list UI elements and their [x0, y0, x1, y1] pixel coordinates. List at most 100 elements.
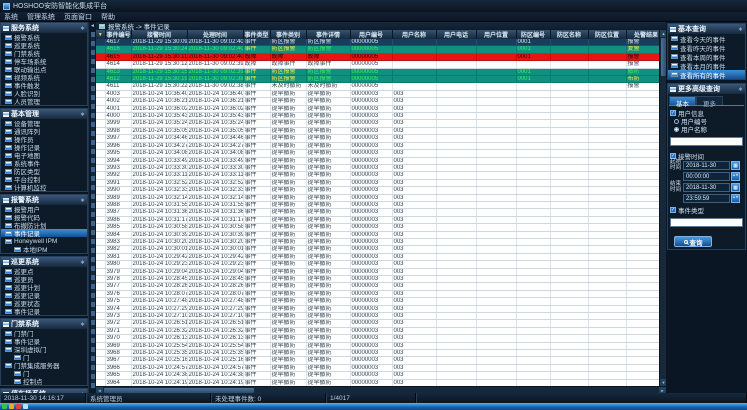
table-row[interactable]: 39902018-10-24 10:32:332018-10-24 10:32:… — [96, 187, 659, 194]
taskbar-app-icon[interactable] — [9, 404, 14, 409]
pin-icon[interactable]: ∗ — [80, 25, 85, 32]
table-row[interactable]: 39742018-10-24 10:27:292018-10-24 10:27:… — [96, 305, 659, 312]
column-header[interactable]: 用户位置 — [476, 30, 516, 39]
table-row[interactable]: 40012018-10-24 10:36:022018-10-24 10:36:… — [96, 105, 659, 112]
filter-column-header[interactable]: ▼ — [96, 30, 105, 39]
table-row[interactable]: 39692018-10-24 10:25:542018-10-24 10:25:… — [96, 342, 659, 349]
table-row[interactable]: 39702018-10-24 10:26:132018-10-24 10:26:… — [96, 335, 659, 342]
column-header[interactable]: 处理时间 — [187, 30, 243, 39]
pin-icon[interactable]: ∗ — [738, 26, 743, 33]
table-row[interactable]: 39642018-10-24 10:24:192018-10-24 10:24:… — [96, 379, 659, 386]
table-row[interactable]: 39942018-10-24 10:33:492018-10-24 10:33:… — [96, 157, 659, 164]
tab-more[interactable]: 更多 — [696, 96, 723, 105]
sidebar-item[interactable]: 计算机监控 — [1, 183, 87, 191]
os-taskbar[interactable] — [0, 403, 747, 410]
end-time-field[interactable]: 23:59:59 — [683, 194, 730, 203]
table-row[interactable]: 46112018-11-29 15:30:222018-11-30 09:02:… — [96, 83, 659, 90]
end-date-field[interactable]: 2018-11-30 — [683, 183, 730, 192]
start-time-spinner-icon[interactable]: ▲▼ — [731, 172, 740, 181]
collapse-left-icon[interactable]: ◄ — [90, 23, 95, 29]
column-header[interactable]: 事件类型 — [243, 30, 270, 39]
table-row[interactable]: 40022018-10-24 10:36:212018-10-24 10:36:… — [96, 98, 659, 105]
time-checkbox[interactable]: ✓ — [670, 153, 676, 159]
pin-icon[interactable]: ∗ — [80, 111, 85, 118]
taskbar-app-icon[interactable] — [16, 404, 21, 409]
table-row[interactable]: 39822018-10-24 10:30:012018-10-24 10:30:… — [96, 246, 659, 253]
pin-icon[interactable]: ∗ — [80, 321, 85, 328]
splitter-grip[interactable] — [91, 32, 95, 389]
column-header[interactable]: 防区位置 — [588, 30, 626, 39]
table-row[interactable]: 39892018-10-24 10:32:142018-10-24 10:32:… — [96, 194, 659, 201]
column-header[interactable]: 用户编号 — [350, 30, 392, 39]
column-header[interactable]: 防区名称 — [550, 30, 588, 39]
event-type-input[interactable] — [670, 218, 743, 227]
taskbar-start-icon[interactable] — [2, 404, 7, 409]
sidebar-item[interactable]: 事件记录 — [1, 307, 87, 315]
table-row[interactable]: 39662018-10-24 10:24:572018-10-24 10:24:… — [96, 364, 659, 371]
end-date-calendar-icon[interactable]: ▦ — [731, 183, 740, 192]
table-row[interactable]: 46122018-11-29 15:30:192018-11-30 09:02:… — [96, 76, 659, 83]
start-date-field[interactable]: 2018-11-30 — [683, 161, 730, 170]
sidebar-item[interactable]: 人员管理 — [1, 97, 87, 105]
taskbar-app-icon[interactable] — [23, 404, 28, 409]
menu-item[interactable]: 帮助 — [101, 12, 115, 22]
table-row[interactable]: 39852018-10-24 10:30:582018-10-24 10:30:… — [96, 224, 659, 231]
table-row[interactable]: 46172018-11-29 15:30:092018-11-30 09:02:… — [96, 39, 659, 46]
search-button[interactable]: 查询 — [674, 236, 712, 247]
table-row[interactable]: 46142018-11-29 15:30:122018-11-30 09:02:… — [96, 61, 659, 68]
table-row[interactable]: 39802018-10-24 10:29:232018-10-24 10:29:… — [96, 261, 659, 268]
table-row[interactable]: 39732018-10-24 10:27:102018-10-24 10:27:… — [96, 313, 659, 320]
filter-icon[interactable]: ▼ — [98, 32, 103, 38]
table-row[interactable]: 39672018-10-24 10:25:162018-10-24 10:25:… — [96, 357, 659, 364]
user-name-input[interactable] — [670, 137, 743, 146]
table-row[interactable]: 39792018-10-24 10:29:042018-10-24 10:29:… — [96, 268, 659, 275]
sidebar-item[interactable]: 门禁集成服务器 — [1, 361, 87, 369]
table-row[interactable]: 39982018-10-24 10:35:052018-10-24 10:35:… — [96, 127, 659, 134]
horizontal-scrollbar[interactable]: ◄ ► — [96, 386, 666, 393]
table-row[interactable]: 39842018-10-24 10:30:392018-10-24 10:30:… — [96, 231, 659, 238]
column-header[interactable]: 事件详情 — [306, 30, 350, 39]
table-row[interactable]: 46132018-11-29 15:30:152018-11-30 09:02:… — [96, 68, 659, 75]
table-row[interactable]: 46152018-11-29 15:30:112018-11-30 09:02:… — [96, 53, 659, 60]
pin-icon[interactable]: ∗ — [738, 86, 743, 93]
start-time-field[interactable]: 00:00:00 — [683, 172, 730, 181]
table-row[interactable]: 39722018-10-24 10:26:512018-10-24 10:26:… — [96, 320, 659, 327]
sidebar-item[interactable]: 控制点 — [1, 377, 87, 385]
column-header[interactable]: 处警结果 — [626, 30, 659, 39]
table-row[interactable]: 39932018-10-24 10:33:302018-10-24 10:33:… — [96, 164, 659, 171]
user-info-checkbox[interactable]: ✓ — [670, 110, 676, 116]
table-row[interactable]: 39752018-10-24 10:27:482018-10-24 10:27:… — [96, 298, 659, 305]
advanced-query-header[interactable]: 更多高级查询 ∗ — [668, 84, 745, 94]
table-row[interactable]: 39812018-10-24 10:29:422018-10-24 10:29:… — [96, 253, 659, 260]
sidebar-item[interactable]: 门 — [1, 369, 87, 377]
table-row[interactable]: 39882018-10-24 10:31:552018-10-24 10:31:… — [96, 201, 659, 208]
sidebar-splitter[interactable]: ◄ — [88, 22, 96, 393]
table-row[interactable]: 40032018-10-24 10:36:402018-10-24 10:36:… — [96, 90, 659, 97]
table-row[interactable]: 39912018-10-24 10:32:522018-10-24 10:32:… — [96, 179, 659, 186]
sidebar-item[interactable]: 事件记录 — [1, 229, 87, 237]
start-date-calendar-icon[interactable]: ▦ — [731, 161, 740, 170]
tab-basic[interactable]: 基本 — [669, 96, 696, 105]
end-time-spinner-icon[interactable]: ▲▼ — [731, 194, 740, 203]
column-header[interactable]: 用户名称 — [392, 30, 436, 39]
pin-icon[interactable]: ∗ — [80, 259, 85, 266]
table-row[interactable]: 39922018-10-24 10:33:112018-10-24 10:33:… — [96, 172, 659, 179]
table-row[interactable]: 39652018-10-24 10:24:382018-10-24 10:24:… — [96, 372, 659, 379]
event-type-checkbox[interactable]: ✓ — [670, 207, 676, 213]
column-header[interactable]: 事件编号 — [105, 30, 131, 39]
table-row[interactable]: 39952018-10-24 10:34:082018-10-24 10:34:… — [96, 150, 659, 157]
sidebar-item[interactable]: 深圳虚拟门 — [1, 345, 87, 353]
column-header[interactable]: 防区编号 — [516, 30, 550, 39]
user-name-radio[interactable] — [674, 127, 679, 132]
menu-item[interactable]: 系统 — [4, 12, 18, 22]
table-row[interactable]: 39872018-10-24 10:31:362018-10-24 10:31:… — [96, 209, 659, 216]
menu-item[interactable]: 管理系统 — [27, 12, 55, 22]
vertical-scrollbar[interactable]: ▲ ▼ — [659, 30, 666, 386]
column-header[interactable]: 事件类别 — [270, 30, 306, 39]
quick-query-header[interactable]: 基本查询 ∗ — [668, 24, 745, 34]
table-row[interactable]: 39762018-10-24 10:28:072018-10-24 10:28:… — [96, 290, 659, 297]
menu-item[interactable]: 页面窗口 — [64, 12, 92, 22]
table-row[interactable]: 40002018-10-24 10:35:432018-10-24 10:35:… — [96, 113, 659, 120]
table-row[interactable]: 39962018-10-24 10:34:272018-10-24 10:34:… — [96, 142, 659, 149]
table-row[interactable]: 39972018-10-24 10:34:462018-10-24 10:34:… — [96, 135, 659, 142]
